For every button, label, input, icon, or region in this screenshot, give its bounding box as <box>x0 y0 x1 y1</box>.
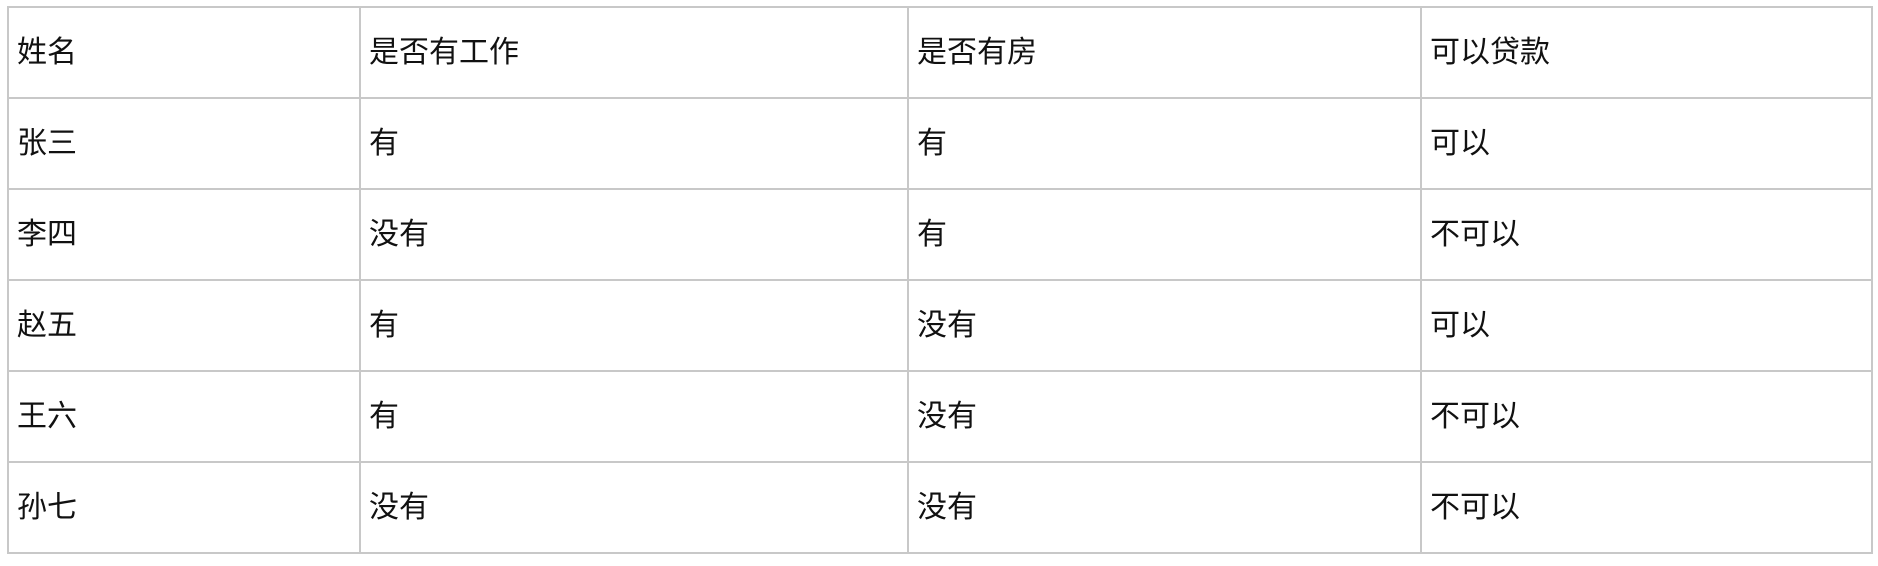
header-has-job: 是否有工作 <box>359 6 909 99</box>
header-can-loan: 可以贷款 <box>1420 6 1873 99</box>
cell-has-house: 有 <box>907 97 1422 190</box>
cell-has-job: 有 <box>359 97 909 190</box>
cell-can-loan: 可以 <box>1420 97 1873 190</box>
cell-has-job: 有 <box>359 279 909 372</box>
table-row: 李四 没有 有 不可以 <box>7 188 1873 281</box>
header-name: 姓名 <box>7 6 361 99</box>
table-row: 赵五 有 没有 可以 <box>7 279 1873 372</box>
data-table: 姓名 是否有工作 是否有房 可以贷款 张三 有 有 可以 李四 没有 有 不可以… <box>7 6 1873 554</box>
table-row: 王六 有 没有 不可以 <box>7 370 1873 463</box>
cell-can-loan: 不可以 <box>1420 461 1873 554</box>
header-has-house: 是否有房 <box>907 6 1422 99</box>
table-header-row: 姓名 是否有工作 是否有房 可以贷款 <box>7 6 1873 99</box>
cell-has-job: 有 <box>359 370 909 463</box>
cell-name: 孙七 <box>7 461 361 554</box>
cell-has-house: 没有 <box>907 279 1422 372</box>
cell-can-loan: 可以 <box>1420 279 1873 372</box>
cell-can-loan: 不可以 <box>1420 188 1873 281</box>
cell-name: 赵五 <box>7 279 361 372</box>
cell-has-house: 有 <box>907 188 1422 281</box>
cell-name: 李四 <box>7 188 361 281</box>
table-row: 张三 有 有 可以 <box>7 97 1873 190</box>
table-row: 孙七 没有 没有 不可以 <box>7 461 1873 554</box>
cell-has-house: 没有 <box>907 370 1422 463</box>
cell-has-house: 没有 <box>907 461 1422 554</box>
cell-has-job: 没有 <box>359 461 909 554</box>
cell-can-loan: 不可以 <box>1420 370 1873 463</box>
cell-name: 张三 <box>7 97 361 190</box>
cell-name: 王六 <box>7 370 361 463</box>
cell-has-job: 没有 <box>359 188 909 281</box>
